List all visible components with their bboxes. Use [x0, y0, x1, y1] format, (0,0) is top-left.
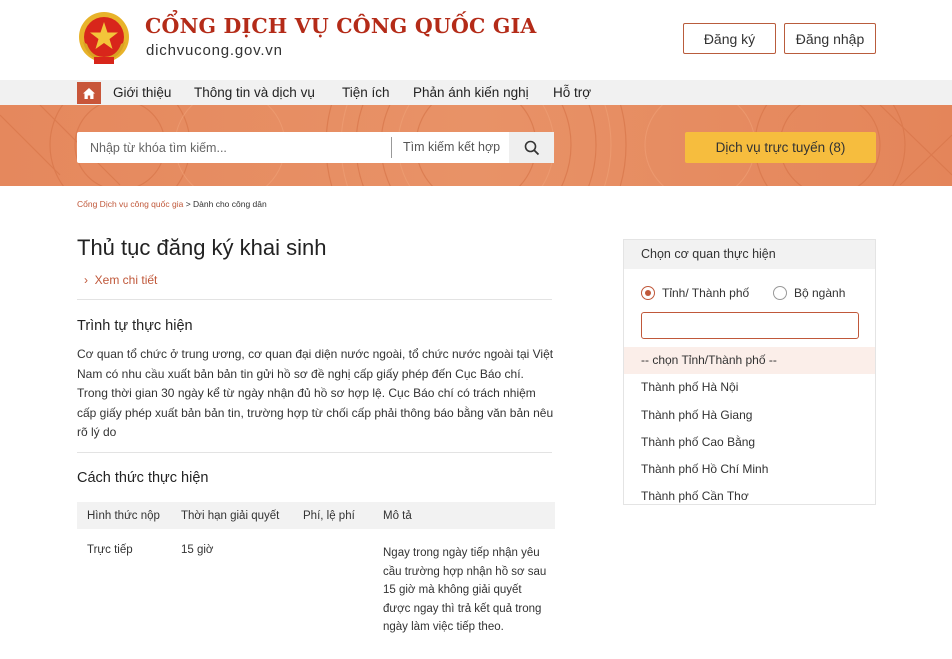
search-box: Tìm kiếm kết hợp	[77, 132, 554, 163]
register-button[interactable]: Đăng ký	[683, 23, 776, 54]
online-services-button[interactable]: Dịch vụ trực tuyến (8)	[685, 132, 876, 163]
radio-button[interactable]	[773, 286, 787, 300]
breadcrumb-home-link[interactable]: Cổng Dịch vụ công quốc gia	[77, 199, 183, 209]
radio-province[interactable]: Tỉnh/ Thành phố	[641, 286, 749, 300]
list-item[interactable]: Thành phố Cần Thơ	[624, 483, 875, 510]
page-title: Thủ tục đăng ký khai sinh	[77, 235, 327, 260]
list-item[interactable]: -- chọn Tỉnh/Thành phố --	[624, 347, 875, 375]
province-filter-input[interactable]	[641, 312, 859, 339]
table-cell-deadline: 15 giờ	[181, 544, 214, 556]
radio-province-label: Tỉnh/ Thành phố	[662, 286, 750, 300]
chevron-right-icon: ›	[84, 273, 88, 287]
table-cell-method: Trực tiếp	[87, 544, 133, 556]
radio-button-checked[interactable]	[641, 286, 655, 300]
view-detail-label: Xem chi tiết	[94, 273, 158, 287]
table-header-cell: Thời hạn giải quyết	[181, 510, 280, 522]
list-item[interactable]: Thành phố Hồ Chí Minh	[624, 456, 875, 483]
breadcrumb: Cổng Dịch vụ công quốc gia > Dành cho cô…	[77, 199, 267, 209]
search-divider	[391, 137, 392, 158]
header: CỔNG DỊCH VỤ CÔNG QUỐC GIA dichvucong.go…	[0, 0, 952, 80]
breadcrumb-current: Dành cho công dân	[193, 199, 267, 209]
nav-item-support[interactable]: Hỗ trợ	[553, 85, 591, 100]
panel-header: Chọn cơ quan thực hiện	[624, 240, 875, 269]
login-button[interactable]: Đăng nhập	[784, 23, 876, 54]
divider	[77, 452, 552, 453]
nav-item-introduction[interactable]: Giới thiệu	[113, 85, 171, 100]
province-list: -- chọn Tỉnh/Thành phố -- Thành phố Hà N…	[624, 347, 875, 511]
search-banner: Tìm kiếm kết hợp Dịch vụ trực tuyến (8)	[0, 105, 952, 186]
list-item[interactable]: Thành phố Hà Nội	[624, 374, 875, 401]
table-cell-description: Ngay trong ngày tiếp nhận yêu cầu trường…	[383, 547, 547, 633]
radio-ministry-label: Bộ ngành	[794, 286, 846, 300]
search-button[interactable]	[509, 132, 554, 163]
agency-selector-panel: Chọn cơ quan thực hiện Tỉnh/ Thành phố B…	[623, 239, 876, 505]
method-section-title: Cách thức thực hiện	[77, 470, 209, 486]
site-domain: dichvucong.gov.vn	[146, 42, 283, 59]
home-nav-button[interactable]	[77, 82, 101, 104]
main-nav: Giới thiệu Thông tin và dịch vụ Tiện ích…	[0, 80, 952, 105]
table-header-row: Hình thức nộp Thời hạn giải quyết Phí, l…	[77, 502, 555, 529]
breadcrumb-separator: >	[183, 199, 194, 209]
radio-ministry[interactable]: Bộ ngành	[773, 286, 845, 300]
search-icon	[524, 140, 539, 155]
table-header-cell: Hình thức nộp	[87, 510, 160, 522]
sequence-section-title: Trình tự thực hiện	[77, 318, 193, 334]
table-header-cell: Phí, lệ phí	[303, 510, 355, 522]
search-input[interactable]	[77, 132, 391, 163]
divider	[77, 299, 552, 300]
advanced-search-link[interactable]: Tìm kiếm kết hợp	[403, 140, 500, 154]
panel-title: Chọn cơ quan thực hiện	[641, 247, 776, 261]
nav-item-info-services[interactable]: Thông tin và dịch vụ	[194, 85, 315, 100]
list-item[interactable]: Thành phố Hà Giang	[624, 402, 875, 429]
nav-item-utilities[interactable]: Tiện ích	[342, 85, 390, 100]
home-icon	[83, 87, 95, 99]
table-header-cell: Mô tả	[383, 510, 412, 522]
site-title[interactable]: CỔNG DỊCH VỤ CÔNG QUỐC GIA	[145, 14, 536, 38]
view-detail-link[interactable]: › Xem chi tiết	[84, 273, 157, 287]
sequence-text: Cơ quan tổ chức ở trung ương, cơ quan đạ…	[77, 347, 554, 439]
nav-item-feedback[interactable]: Phản ánh kiến nghị	[413, 85, 529, 100]
national-emblem-logo[interactable]	[77, 10, 131, 66]
list-item[interactable]: Thành phố Cao Bằng	[624, 429, 875, 456]
